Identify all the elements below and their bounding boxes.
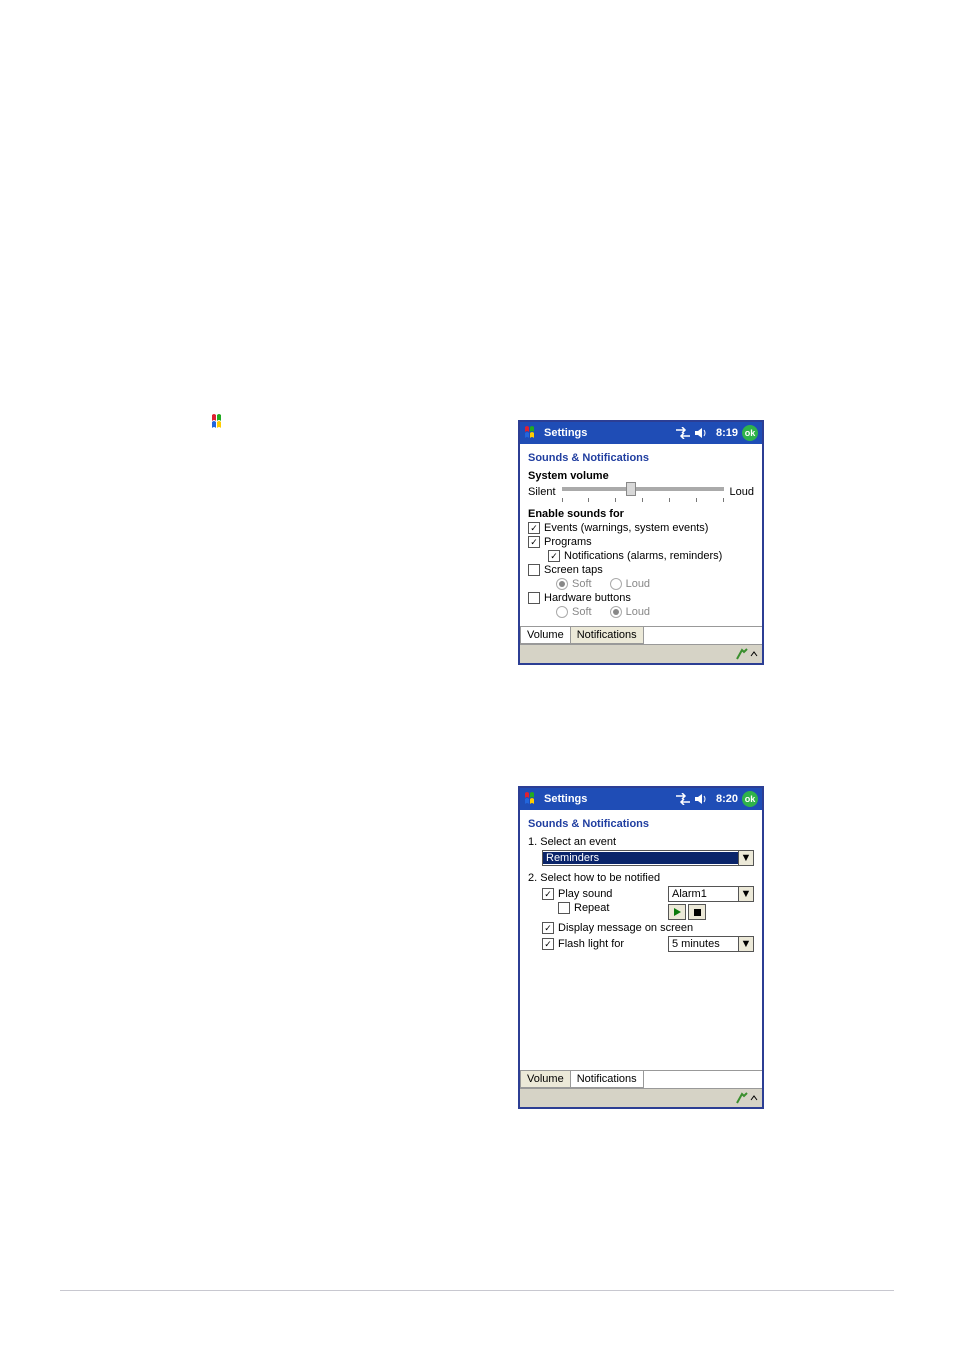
sound-dropdown-value: Alarm1 — [669, 888, 738, 900]
hw-buttons-label: Hardware buttons — [544, 592, 631, 604]
hw-buttons-loud-radio — [610, 606, 622, 618]
tab-volume[interactable]: Volume — [520, 627, 571, 644]
screen-taps-label: Screen taps — [544, 564, 603, 576]
chevron-down-icon[interactable]: ▼ — [738, 851, 753, 865]
silent-label: Silent — [528, 486, 556, 498]
sound-dropdown[interactable]: Alarm1 ▼ — [668, 886, 754, 902]
speaker-icon[interactable] — [694, 793, 708, 805]
sip-options-icon[interactable] — [750, 648, 758, 660]
screen-taps-soft-radio — [556, 578, 568, 590]
hw-buttons-soft-radio — [556, 606, 568, 618]
tab-notifications[interactable]: Notifications — [570, 1071, 644, 1088]
volume-slider[interactable] — [562, 484, 724, 500]
sip-options-icon[interactable] — [750, 1092, 758, 1104]
ok-button[interactable]: ok — [742, 791, 758, 807]
windows-start-icon — [210, 412, 232, 435]
sip-icon[interactable] — [736, 1092, 748, 1104]
speaker-icon[interactable] — [694, 427, 708, 439]
start-icon[interactable] — [524, 425, 540, 441]
programs-checkbox[interactable]: ✓ — [528, 536, 540, 548]
step1-label: 1. Select an event — [528, 836, 754, 848]
connectivity-icon[interactable] — [676, 793, 690, 805]
hw-buttons-soft-label: Soft — [572, 606, 592, 618]
tab-notifications[interactable]: Notifications — [570, 627, 644, 644]
title-text: Settings — [544, 427, 676, 439]
hw-buttons-loud-label: Loud — [626, 606, 650, 618]
notifications-checkbox[interactable]: ✓ — [548, 550, 560, 562]
connectivity-icon[interactable] — [676, 427, 690, 439]
flash-light-checkbox[interactable]: ✓ — [542, 938, 554, 950]
flash-duration-dropdown[interactable]: 5 minutes ▼ — [668, 936, 754, 952]
play-sound-checkbox[interactable]: ✓ — [542, 888, 554, 900]
play-sound-label: Play sound — [558, 888, 612, 900]
events-label: Events (warnings, system events) — [544, 522, 708, 534]
screen-taps-soft-label: Soft — [572, 578, 592, 590]
event-dropdown-value: Reminders — [543, 852, 738, 864]
flash-light-label: Flash light for — [558, 938, 624, 950]
play-button[interactable] — [668, 904, 686, 920]
chevron-down-icon[interactable]: ▼ — [738, 887, 753, 901]
display-message-checkbox[interactable]: ✓ — [542, 922, 554, 934]
step2-label: 2. Select how to be notified — [528, 872, 754, 884]
stop-button[interactable] — [688, 904, 706, 920]
page-title: Sounds & Notifications — [528, 452, 754, 464]
repeat-label: Repeat — [574, 902, 609, 914]
chevron-down-icon[interactable]: ▼ — [738, 937, 753, 951]
clock-text: 8:20 — [716, 793, 738, 805]
loud-label: Loud — [730, 486, 754, 498]
pda-volume-screenshot: Settings 8:19 ok Sounds & Notifications … — [518, 420, 764, 665]
start-icon[interactable] — [524, 791, 540, 807]
ok-button[interactable]: ok — [742, 425, 758, 441]
system-volume-label: System volume — [528, 470, 754, 482]
notifications-label: Notifications (alarms, reminders) — [564, 550, 722, 562]
title-bar: Settings 8:19 ok — [520, 422, 762, 444]
pda-notifications-screenshot: Settings 8:20 ok Sounds & Notifications … — [518, 786, 764, 1109]
repeat-checkbox[interactable] — [558, 902, 570, 914]
enable-sounds-label: Enable sounds for — [528, 508, 754, 520]
screen-taps-checkbox[interactable] — [528, 564, 540, 576]
footer-divider — [60, 1290, 894, 1291]
title-bar: Settings 8:20 ok — [520, 788, 762, 810]
display-message-label: Display message on screen — [558, 922, 693, 934]
title-text: Settings — [544, 793, 676, 805]
page-title: Sounds & Notifications — [528, 818, 754, 830]
clock-text: 8:19 — [716, 427, 738, 439]
programs-label: Programs — [544, 536, 592, 548]
screen-taps-loud-label: Loud — [626, 578, 650, 590]
tab-volume[interactable]: Volume — [520, 1071, 571, 1088]
sip-icon[interactable] — [736, 648, 748, 660]
event-dropdown[interactable]: Reminders ▼ — [542, 850, 754, 866]
events-checkbox[interactable]: ✓ — [528, 522, 540, 534]
screen-taps-loud-radio — [610, 578, 622, 590]
hw-buttons-checkbox[interactable] — [528, 592, 540, 604]
flash-duration-value: 5 minutes — [669, 938, 738, 950]
